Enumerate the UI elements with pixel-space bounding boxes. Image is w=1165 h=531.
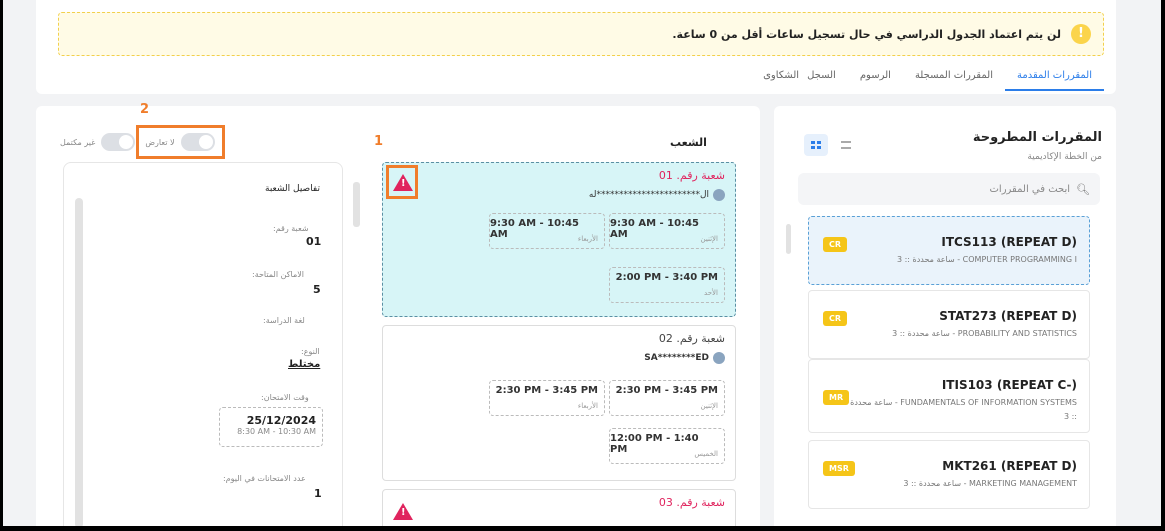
exam-time: 8:30 AM - 10:30 AM	[237, 427, 316, 436]
view-toggle	[804, 134, 858, 156]
panel-title: المقررات المطروحة	[972, 130, 1102, 145]
alert-text: لن يتم اعتماد الجدول الدراسي في حال تسجي…	[672, 27, 1061, 41]
exam-date: 25/12/2024	[246, 414, 316, 427]
tab-registered-courses[interactable]: المقررات المسجلة	[903, 66, 1005, 91]
exam-time-label: وقت الامتحان:	[261, 393, 309, 402]
slot-day: الأربعاء	[577, 235, 598, 243]
course-card[interactable]: ITCS113 (REPEAT D) COMPUTER PROGRAMMING …	[808, 216, 1090, 285]
tab-fees[interactable]: الرسوم	[848, 66, 903, 91]
section-card[interactable]: شعبة رقم. 02 SA********ED 2:30 PM - 3:45…	[382, 325, 736, 481]
slot-day: الخميس	[694, 450, 718, 458]
sections-title: الشعب	[670, 136, 707, 149]
time-slot: 9:30 AM - 10:45 AM الإثنين	[609, 213, 725, 249]
time-slot: 2:00 PM - 3:40 PM الأحد	[609, 267, 725, 303]
section-title: شعبة رقم. 01	[658, 169, 725, 182]
gender-label: النوع:	[301, 347, 320, 356]
exams-count-value: 1	[314, 487, 322, 500]
course-card[interactable]: MKT261 (REPEAT D) MARKETING MANAGEMENT -…	[808, 440, 1090, 509]
time-slot: 2:30 PM - 3:45 PM الأربعاء	[489, 380, 605, 416]
section-card[interactable]: شعبة رقم. 01 ال***********************له…	[382, 162, 736, 317]
course-code: MKT261 (REPEAT D)	[942, 459, 1077, 473]
slot-day: الإثنين	[700, 402, 718, 410]
time-slot: 2:30 PM - 3:45 PM الإثنين	[609, 380, 725, 416]
course-badge: CR	[823, 237, 848, 252]
course-search-input[interactable]: 🔍︎ ابحث في المقررات	[798, 173, 1100, 205]
slot-time: 2:00 PM - 3:40 PM	[615, 272, 718, 283]
warning-circle-icon: !	[1071, 24, 1091, 44]
exams-count-label: عدد الامتحانات في اليوم:	[223, 474, 306, 483]
section-instructor: SA********ED	[644, 352, 725, 364]
slot-day: الأربعاء	[577, 402, 598, 410]
course-desc: COMPUTER PROGRAMMING I - ساعة محددة :: 3	[896, 255, 1077, 264]
header-card: ! لن يتم اعتماد الجدول الدراسي في حال تس…	[36, 0, 1116, 94]
instructor-name: ال***********************له	[588, 190, 709, 200]
offered-courses-panel: المقررات المطروحة من الخطة الإكاديمية 🔍︎…	[774, 106, 1116, 526]
user-icon	[713, 352, 725, 364]
details-scrollbar[interactable]	[75, 198, 83, 526]
tab-record[interactable]: السجل	[803, 66, 848, 91]
search-icon: 🔍︎	[1076, 182, 1090, 196]
course-card[interactable]: ITIS103 (REPEAT C-) FUNDAMENTALS OF INFO…	[808, 359, 1090, 433]
list-view-button[interactable]	[834, 134, 858, 156]
app-viewport: ! لن يتم اعتماد الجدول الدراسي في حال تس…	[3, 0, 1161, 526]
course-code: ITIS103 (REPEAT C-)	[941, 378, 1077, 392]
course-badge: MR	[823, 390, 850, 405]
courses-scrollbar[interactable]	[786, 224, 791, 254]
tab-complaints[interactable]: الشكاوى	[751, 66, 803, 91]
panel-subtitle: من الخطة الإكاديمية	[1027, 152, 1102, 162]
hours-alert: ! لن يتم اعتماد الجدول الدراسي في حال تس…	[58, 12, 1104, 56]
tab-bar: المقررات المقدمة المقررات المسجلة الرسوم…	[751, 66, 1104, 91]
section-details-card	[63, 162, 343, 526]
slot-day: الإثنين	[700, 235, 718, 243]
conflict-warning-icon	[390, 498, 416, 524]
section-card[interactable]: شعبة رقم. 03	[382, 489, 736, 526]
available-seats-label: الاماكن المتاحة:	[252, 270, 305, 279]
search-placeholder: ابحث في المقررات	[989, 183, 1071, 195]
annotation-number-2: 2	[140, 102, 150, 117]
section-title: شعبة رقم. 02	[658, 332, 725, 345]
incomplete-toggle[interactable]	[101, 133, 136, 151]
language-label: لغة الدراسة:	[263, 316, 305, 325]
list-icon	[841, 141, 851, 149]
annotation-number-1: 1	[374, 134, 384, 149]
instructor-name: SA********ED	[644, 353, 709, 363]
user-icon	[713, 189, 725, 201]
incomplete-label: غير مكتمل	[60, 137, 96, 147]
time-slot: 9:30 AM - 10:45 AM الأربعاء	[489, 213, 605, 249]
course-desc: FUNDAMENTALS OF INFORMATION SYSTEMS - سا…	[850, 398, 1077, 421]
tab-offered-courses[interactable]: المقررات المقدمة	[1004, 66, 1104, 91]
grid-view-button[interactable]	[804, 134, 828, 156]
slot-time: 2:30 PM - 3:45 PM	[615, 385, 718, 396]
annotation-highlight-2	[136, 125, 225, 159]
gender-value: مختلط	[288, 359, 321, 370]
course-code: STAT273 (REPEAT D)	[939, 309, 1077, 323]
course-desc: PROBABILITY AND STATISTICS - ساعة محددة …	[892, 329, 1077, 338]
exam-time-box: 25/12/2024 8:30 AM - 10:30 AM	[219, 407, 323, 447]
section-number-value: 01	[306, 235, 322, 248]
slot-day: الأحد	[704, 289, 718, 297]
course-card[interactable]: STAT273 (REPEAT D) PROBABILITY AND STATI…	[808, 290, 1090, 359]
section-title: شعبة رقم. 03	[658, 496, 725, 509]
details-title: تفاصيل الشعبة	[265, 184, 320, 194]
section-instructor: ال***********************له	[589, 189, 725, 201]
course-badge: MSR	[823, 461, 855, 476]
annotation-highlight-1	[386, 165, 418, 199]
sections-scrollbar[interactable]	[353, 182, 360, 227]
section-number-label: شعبة رقم:	[273, 224, 309, 233]
available-seats-value: 5	[313, 283, 321, 296]
grid-icon	[811, 141, 821, 149]
course-code: ITCS113 (REPEAT D)	[941, 235, 1077, 249]
slot-time: 2:30 PM - 3:45 PM	[495, 385, 598, 396]
course-desc: MARKETING MANAGEMENT - ساعة محددة :: 3	[903, 479, 1077, 488]
course-badge: CR	[823, 311, 848, 326]
time-slot: 12:00 PM - 1:40 PM الخميس	[609, 428, 725, 464]
